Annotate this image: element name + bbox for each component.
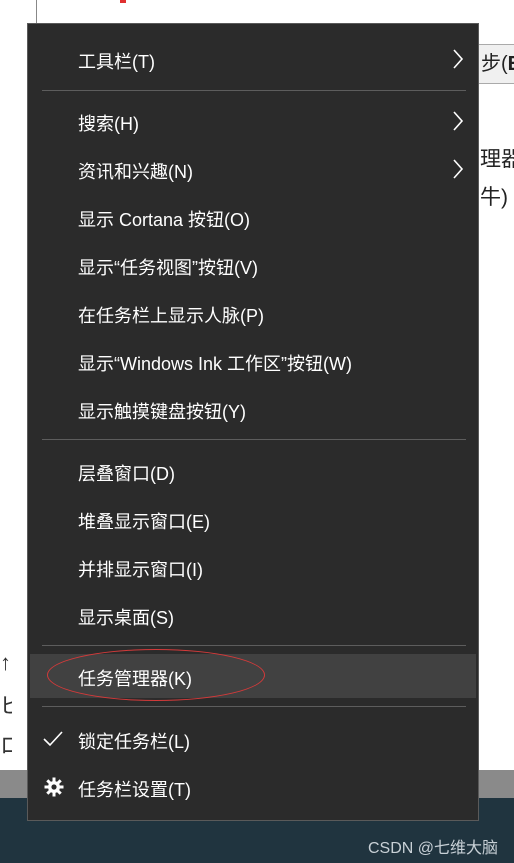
menu-item-show-people[interactable]: 在任务栏上显示人脉(P) (28, 291, 478, 335)
background-left-glyph-1: ↑ (0, 650, 11, 675)
menu-item-show-touch-keyboard[interactable]: 显示触摸键盘按钮(Y) (28, 387, 478, 431)
menu-item-label: 堆叠显示窗口(E) (78, 512, 210, 532)
menu-item-taskbar-settings[interactable]: 任务栏设置(T) (28, 765, 478, 809)
menu-item-label: 在任务栏上显示人脉(P) (78, 306, 264, 326)
red-mark (120, 0, 126, 3)
watermark: CSDN @七维大脑 (367, 840, 498, 857)
chevron-right-icon (453, 111, 464, 131)
menu-item-news-interests[interactable]: 资讯和兴趣(N) (28, 147, 478, 191)
background-text-2: 牛) (480, 186, 508, 209)
menu-item-side-by-side-windows[interactable]: 并排显示窗口(I) (28, 545, 478, 589)
menu-item-label: 显示“Windows Ink 工作区”按钮(W) (78, 354, 352, 374)
window-border (36, 0, 37, 24)
menu-item-stack-windows[interactable]: 堆叠显示窗口(E) (28, 497, 478, 541)
taskbar-context-menu: 工具栏(T) 搜索(H) 资讯和兴趣(N) 显示 Cortana 按钮(O) 显… (27, 23, 479, 821)
red-annotation-ellipse (47, 649, 265, 701)
check-icon (43, 731, 63, 747)
background-field-bold-text: E (508, 53, 514, 75)
menu-item-lock-taskbar[interactable]: 锁定任务栏(L) (28, 717, 478, 761)
background-text-1: 理器 (480, 148, 514, 171)
chevron-right-icon (453, 49, 464, 69)
menu-item-show-desktop[interactable]: 显示桌面(S) (28, 593, 478, 637)
menu-item-cascade-windows[interactable]: 层叠窗口(D) (28, 449, 478, 493)
menu-item-show-cortana[interactable]: 显示 Cortana 按钮(O) (28, 195, 478, 239)
menu-item-label: 工具栏(T) (78, 52, 155, 72)
menu-item-label: 搜索(H) (78, 114, 139, 134)
menu-separator (42, 90, 466, 91)
menu-separator (42, 439, 466, 440)
menu-separator (42, 645, 466, 646)
menu-item-label: 锁定任务栏(L) (78, 732, 190, 752)
menu-item-label: 层叠窗口(D) (78, 464, 175, 484)
menu-item-label: 显示 Cortana 按钮(O) (78, 210, 251, 230)
menu-item-label: 任务栏设置(T) (78, 780, 191, 800)
background-field[interactable]: 步(E (478, 44, 514, 84)
menu-item-label: 显示触摸键盘按钮(Y) (78, 402, 246, 422)
menu-item-label: 显示“任务视图”按钮(V) (78, 258, 258, 278)
menu-item-label: 并排显示窗口(I) (78, 560, 203, 580)
gear-icon (44, 777, 64, 797)
menu-item-show-task-view[interactable]: 显示“任务视图”按钮(V) (28, 243, 478, 287)
menu-separator (42, 706, 466, 707)
menu-item-label: 资讯和兴趣(N) (78, 162, 193, 182)
background-field-text: 步( (481, 53, 508, 75)
chevron-right-icon (453, 159, 464, 179)
background-left-glyph-2: ピ (0, 693, 12, 718)
background-left-glyph-3: ロ (0, 733, 12, 758)
menu-item-show-windows-ink[interactable]: 显示“Windows Ink 工作区”按钮(W) (28, 339, 478, 383)
menu-item-search[interactable]: 搜索(H) (28, 99, 478, 143)
menu-item-label: 显示桌面(S) (78, 608, 174, 628)
menu-item-toolbars[interactable]: 工具栏(T) (28, 37, 478, 81)
